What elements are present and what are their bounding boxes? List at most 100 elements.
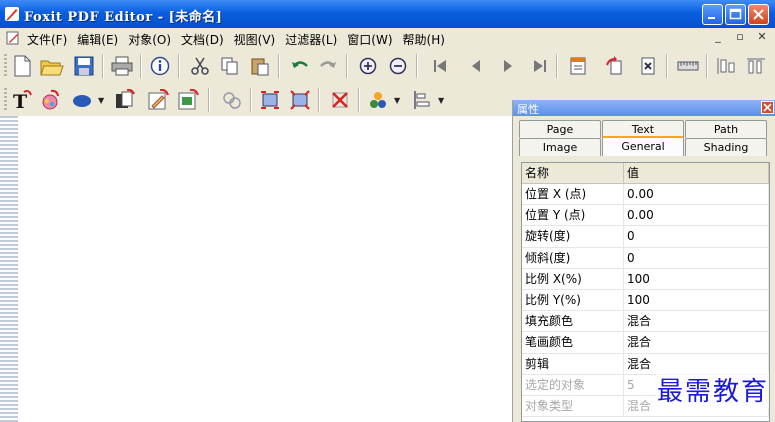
menu-view[interactable]: 视图(V) [231, 30, 283, 48]
property-row[interactable]: 位置 X (点) 0.00 [522, 184, 769, 206]
menu-help[interactable]: 帮助(H) [400, 30, 452, 48]
rotate-page-button[interactable] [602, 54, 626, 78]
property-name: 比例 X(%) [522, 268, 624, 289]
convert-object-button[interactable] [258, 88, 282, 112]
delete-page-button[interactable] [636, 54, 660, 78]
delete-object-button[interactable] [328, 88, 352, 112]
menu-window[interactable]: 窗口(W) [344, 30, 399, 48]
column-header-name[interactable]: 名称 [522, 163, 624, 183]
menu-document[interactable]: 文档(D) [178, 30, 231, 48]
last-page-button[interactable] [528, 54, 552, 78]
window-title: Foxit PDF Editor - [未命名] [24, 10, 223, 25]
group-objects-icon [223, 92, 241, 109]
property-row[interactable]: 比例 X(%) 100 [522, 268, 769, 290]
mdi-minimize-button[interactable]: _ [711, 30, 725, 44]
cut-button[interactable] [188, 54, 212, 78]
property-row[interactable]: 倾斜(度) 0 [522, 247, 769, 269]
maximize-button[interactable] [725, 4, 746, 25]
save-button[interactable] [72, 54, 96, 78]
property-name: 比例 Y(%) [522, 289, 624, 311]
next-page-icon [504, 60, 512, 72]
tab-path[interactable]: Path [685, 120, 767, 138]
align-vertical-button[interactable] [744, 54, 768, 78]
rotate-page-icon [606, 56, 622, 75]
property-row[interactable]: 旋转(度) 0 [522, 226, 769, 248]
next-page-button[interactable] [496, 54, 520, 78]
property-row[interactable]: 笔画颜色 混合 [522, 332, 769, 354]
main-toolbar [0, 48, 775, 85]
text-tool-button[interactable]: T [10, 88, 34, 112]
open-file-button[interactable] [40, 54, 64, 78]
properties-close-button[interactable] [761, 101, 774, 114]
copy-button[interactable] [218, 54, 242, 78]
tab-shading[interactable]: Shading [685, 138, 767, 156]
toolbar-grip[interactable] [4, 54, 7, 78]
image-tool-button[interactable] [112, 88, 136, 112]
page-canvas[interactable] [18, 118, 508, 422]
properties-tabs: Page Text Path Image General Shading [519, 120, 769, 158]
align-horizontal-button[interactable] [714, 54, 738, 78]
group-objects-button[interactable] [220, 88, 244, 112]
previous-page-button[interactable] [464, 54, 488, 78]
property-row[interactable]: 位置 Y (点) 0.00 [522, 205, 769, 227]
first-page-icon [434, 60, 446, 72]
property-value[interactable]: 0 [624, 247, 769, 268]
property-name: 位置 X (点) [522, 184, 624, 205]
print-button[interactable] [110, 54, 134, 78]
edit-object-button[interactable] [146, 88, 170, 112]
toolbar-separator [140, 54, 142, 78]
zoom-out-button[interactable] [386, 54, 410, 78]
property-row[interactable]: 比例 Y(%) 100 [522, 289, 769, 312]
undo-button[interactable] [288, 54, 312, 78]
column-header-value[interactable]: 值 [624, 163, 769, 183]
tab-image[interactable]: Image [519, 138, 601, 156]
ruler-button[interactable] [676, 54, 700, 78]
property-value[interactable]: 混合 [624, 332, 769, 353]
minimize-button[interactable] [702, 4, 723, 25]
page-properties-button[interactable] [566, 54, 590, 78]
page-properties-icon [570, 57, 586, 75]
shape-tool-button[interactable] [70, 88, 94, 112]
paste-button[interactable] [248, 54, 272, 78]
zoom-in-button[interactable] [356, 54, 380, 78]
first-page-button[interactable] [428, 54, 452, 78]
minimize-icon [708, 17, 715, 19]
align-objects-button[interactable] [410, 88, 434, 112]
toolbar-grip[interactable] [4, 88, 7, 112]
ruler-icon [677, 61, 699, 71]
document-menu-icon[interactable] [5, 30, 21, 46]
mdi-close-button[interactable]: ✕ [755, 30, 769, 44]
tab-general[interactable]: General [602, 136, 684, 156]
menu-filter[interactable]: 过滤器(L) [282, 30, 344, 48]
menu-edit[interactable]: 编辑(E) [74, 30, 125, 48]
mdi-restore-button[interactable]: ▫ [733, 30, 747, 44]
toolbar-separator [208, 88, 210, 112]
property-value[interactable]: 100 [624, 268, 769, 289]
close-button[interactable] [748, 4, 769, 25]
flatten-object-button[interactable] [288, 88, 312, 112]
property-value[interactable]: 0.00 [624, 184, 769, 205]
menu-object[interactable]: 对象(O) [125, 30, 178, 48]
shape-dropdown-arrow[interactable]: ▼ [98, 96, 104, 105]
arrange-objects-icon [370, 92, 386, 108]
property-value[interactable]: 100 [624, 289, 769, 311]
property-row[interactable]: 填充颜色 混合 [522, 311, 769, 333]
edit-image-button[interactable] [176, 88, 200, 112]
property-value[interactable]: 0.00 [624, 205, 769, 226]
toolbar-separator [358, 88, 360, 112]
arrange-dropdown-arrow[interactable]: ▼ [394, 96, 400, 105]
new-file-button[interactable] [10, 54, 34, 78]
menu-file[interactable]: 文件(F) [24, 30, 74, 48]
property-name: 笔画颜色 [522, 332, 624, 353]
document-info-button[interactable] [148, 54, 172, 78]
flatten-object-icon [290, 90, 310, 110]
tab-page[interactable]: Page [519, 120, 601, 138]
redo-button[interactable] [316, 54, 340, 78]
svg-text:T: T [13, 91, 27, 111]
property-value[interactable]: 0 [624, 226, 769, 247]
align-dropdown-arrow[interactable]: ▼ [438, 96, 444, 105]
arrange-objects-button[interactable] [366, 88, 390, 112]
color-tool-button[interactable] [38, 88, 62, 112]
align-horizontal-icon [717, 58, 735, 74]
property-value[interactable]: 混合 [624, 311, 769, 332]
